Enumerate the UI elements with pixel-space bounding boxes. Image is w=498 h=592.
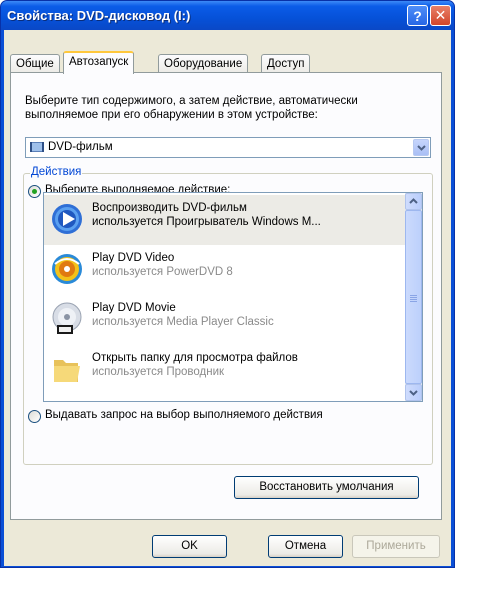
tab-strip: Общие Автозапуск Оборудование Доступ [10, 51, 450, 74]
list-item-partial[interactable] [44, 395, 405, 401]
list-item-explorer[interactable]: Открыть папку для просмотра файлов испол… [44, 345, 405, 395]
apply-button[interactable]: Применить [352, 535, 440, 558]
intro-line-1: Выберите тип содержимого, а затем действ… [25, 95, 358, 107]
action-subtitle: используется Проводник [92, 366, 225, 378]
scroll-thumb[interactable] [405, 210, 422, 384]
folder-icon [54, 360, 80, 382]
window-title: Свойства: DVD-дисковод (I:) [7, 8, 191, 23]
grip-line [410, 301, 417, 302]
grip-line [410, 295, 417, 296]
properties-dialog: Свойства: DVD-дисковод (I:) ? ✕ Общие Ав… [0, 0, 455, 568]
tab-hardware[interactable]: Оборудование [158, 54, 249, 73]
intro-text: Выберите тип содержимого, а затем действ… [25, 94, 435, 122]
content-type-select[interactable]: DVD-фильм [25, 137, 431, 158]
list-item-wmp[interactable]: Воспроизводить DVD-фильм используется Пр… [44, 195, 405, 245]
autorun-panel: Выберите тип содержимого, а затем действ… [10, 72, 442, 520]
radio-prompt-action[interactable] [28, 410, 41, 423]
scroll-up-button[interactable] [405, 193, 422, 210]
tab-general[interactable]: Общие [10, 54, 60, 73]
scroll-down-button[interactable] [405, 384, 422, 401]
dvd-disc-icon [52, 302, 82, 334]
close-icon: ✕ [434, 7, 447, 23]
chevron-up-icon [409, 198, 418, 204]
cancel-button[interactable]: Отмена [268, 535, 343, 558]
action-subtitle: используется PowerDVD 8 [92, 266, 233, 278]
grip-line [410, 299, 417, 300]
radio-select-action[interactable] [28, 185, 41, 198]
action-title: Воспроизводить DVD-фильм [92, 202, 247, 214]
tab-autorun[interactable]: Автозапуск [63, 51, 135, 74]
title-bar[interactable]: Свойства: DVD-дисковод (I:) ? ✕ [1, 1, 454, 30]
tab-sharing[interactable]: Доступ [261, 54, 311, 73]
list-item-powerdvd[interactable]: Play DVD Video используется PowerDVD 8 [44, 245, 405, 295]
restore-defaults-button[interactable]: Восстановить умолчания [234, 476, 419, 499]
grip-line [410, 297, 417, 298]
actions-group-label: Действия [30, 166, 83, 178]
ok-button[interactable]: OK [152, 535, 227, 558]
action-subtitle: используется Проигрыватель Windows M... [92, 216, 321, 228]
help-button[interactable]: ? [407, 5, 428, 26]
dialog-client: Общие Автозапуск Оборудование Доступ Выб… [4, 30, 451, 566]
actions-list[interactable]: Воспроизводить DVD-фильм используется Пр… [43, 192, 423, 402]
radio-prompt-action-label[interactable]: Выдавать запрос на выбор выполняемого де… [45, 409, 323, 421]
action-title: Play DVD Movie [92, 302, 176, 314]
windows-media-player-icon [52, 204, 82, 234]
dvd-content-icon [30, 142, 44, 152]
action-title: Play DVD Video [92, 252, 175, 264]
list-item-mpc[interactable]: Play DVD Movie используется Media Player… [44, 295, 405, 345]
chevron-down-icon [409, 390, 418, 396]
action-subtitle: используется Media Player Classic [92, 316, 274, 328]
intro-line-2: выполняемое при его обнаружении в этом у… [25, 109, 318, 121]
help-icon: ? [413, 7, 422, 24]
powerdvd-icon [52, 254, 82, 284]
chevron-down-icon[interactable] [413, 139, 429, 156]
actions-scrollbar[interactable] [405, 193, 422, 401]
content-type-value: DVD-фильм [48, 141, 113, 153]
close-button[interactable]: ✕ [430, 5, 451, 26]
action-title: Открыть папку для просмотра файлов [92, 352, 298, 364]
